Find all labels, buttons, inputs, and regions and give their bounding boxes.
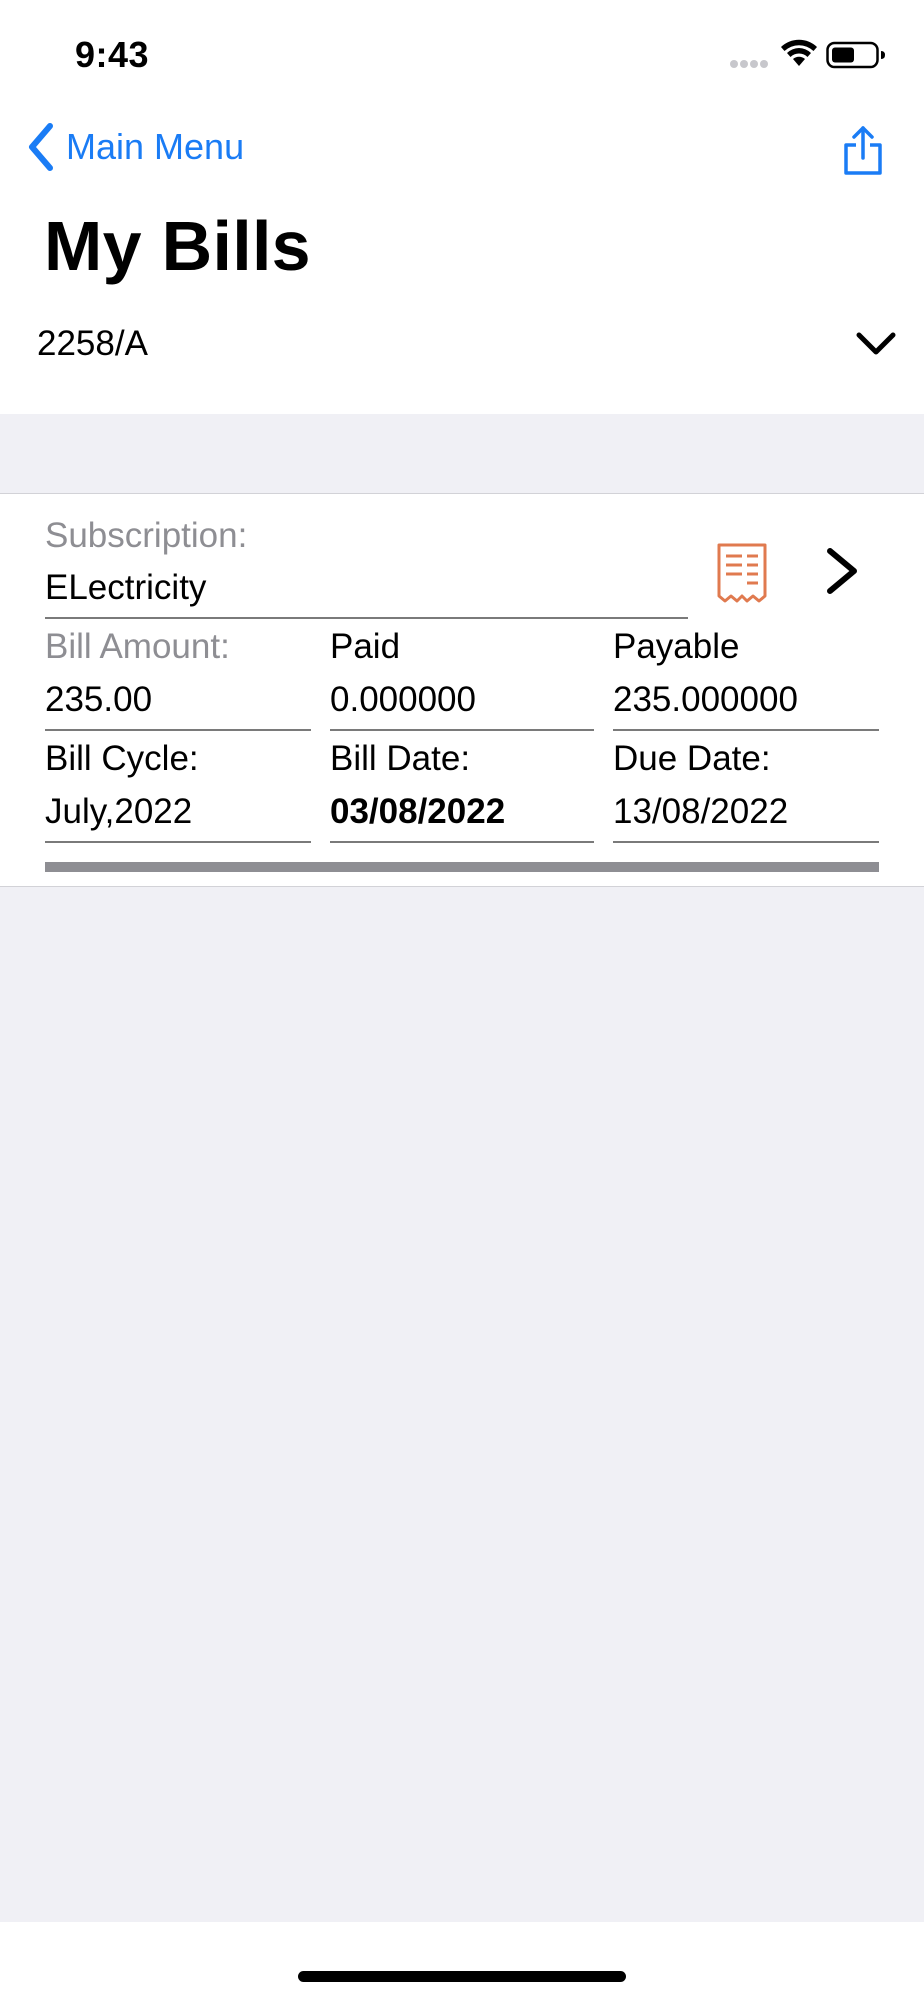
bill-date-underline <box>330 841 594 843</box>
bill-amount-value: 235.00 <box>45 680 153 719</box>
paid-underline <box>330 729 594 731</box>
chevron-left-icon <box>29 123 53 171</box>
back-button-label: Main Menu <box>66 126 245 167</box>
bill-date-label: Bill Date: <box>330 739 471 778</box>
due-date-value: 13/08/2022 <box>613 792 789 831</box>
payable-value: 235.000000 <box>613 680 798 719</box>
receipt-icon[interactable] <box>716 542 768 604</box>
due-date-label: Due Date: <box>613 739 771 778</box>
bill-amount-label: Bill Amount: <box>45 627 230 666</box>
home-indicator-area <box>0 1922 924 2000</box>
card-separator-bar <box>45 862 879 872</box>
chevron-down-icon[interactable] <box>855 330 897 358</box>
chevron-right-icon[interactable] <box>822 546 862 596</box>
page-title: My Bills <box>44 207 311 285</box>
cellular-dots-icon <box>730 60 768 68</box>
battery-icon <box>826 41 885 69</box>
subscription-value: ELectricity <box>45 568 207 607</box>
bill-cycle-label: Bill Cycle: <box>45 739 199 778</box>
account-number: 2258/A <box>37 324 148 363</box>
payable-underline <box>613 729 879 731</box>
paid-value: 0.000000 <box>330 680 476 719</box>
share-icon[interactable] <box>840 125 886 177</box>
wifi-icon <box>781 39 817 66</box>
due-date-underline <box>613 841 879 843</box>
back-button[interactable]: Main Menu <box>26 122 244 172</box>
bill-cycle-underline <box>45 841 311 843</box>
bill-cycle-value: July,2022 <box>45 792 193 831</box>
home-indicator[interactable] <box>298 1971 626 1982</box>
subscription-underline <box>45 617 688 619</box>
bill-card[interactable]: Subscription: ELectricity Bill Amount: 2… <box>0 493 924 887</box>
bill-date-value: 03/08/2022 <box>330 792 506 831</box>
subscription-label: Subscription: <box>45 516 248 555</box>
payable-label: Payable <box>613 627 740 666</box>
account-selector[interactable]: 2258/A <box>0 312 924 378</box>
status-time: 9:43 <box>75 34 150 75</box>
my-bills-screen: 9:43 Main Menu My Bills 2258/A Subscript… <box>0 0 924 2000</box>
paid-label: Paid <box>330 627 401 666</box>
bill-amount-underline <box>45 729 311 731</box>
